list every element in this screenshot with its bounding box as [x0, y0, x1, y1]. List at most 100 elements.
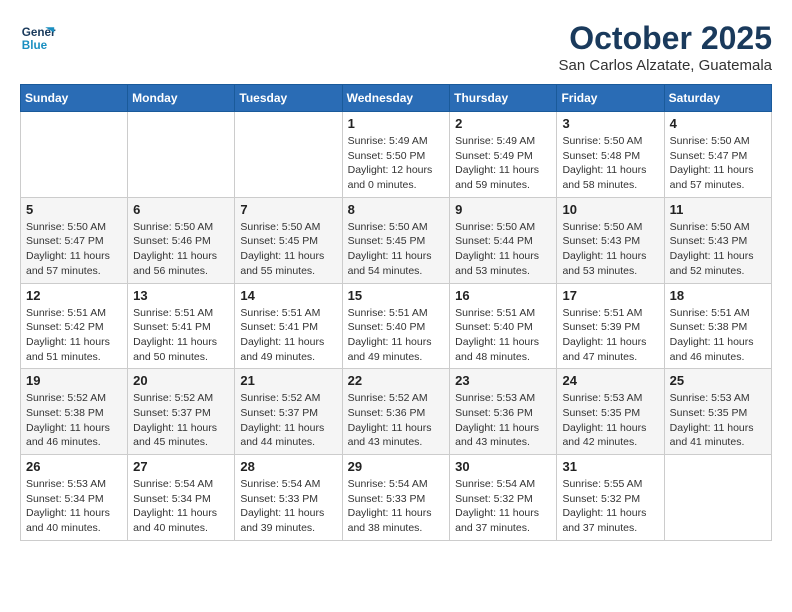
weekday-header-row: SundayMondayTuesdayWednesdayThursdayFrid… — [21, 85, 772, 112]
day-info: Sunrise: 5:54 AM Sunset: 5:33 PM Dayligh… — [240, 477, 336, 536]
weekday-header-monday: Monday — [128, 85, 235, 112]
day-number: 26 — [26, 459, 122, 474]
day-number: 15 — [348, 288, 445, 303]
day-info: Sunrise: 5:51 AM Sunset: 5:41 PM Dayligh… — [240, 306, 336, 365]
calendar-week-5: 26 Sunrise: 5:53 AM Sunset: 5:34 PM Dayli… — [21, 455, 772, 541]
day-info: Sunrise: 5:51 AM Sunset: 5:42 PM Dayligh… — [26, 306, 122, 365]
month-title: October 2025 — [559, 20, 772, 57]
calendar-cell: 12 Sunrise: 5:51 AM Sunset: 5:42 PM Dayli… — [21, 283, 128, 369]
day-info: Sunrise: 5:51 AM Sunset: 5:40 PM Dayligh… — [455, 306, 551, 365]
calendar-cell: 1 Sunrise: 5:49 AM Sunset: 5:50 PM Daylig… — [342, 112, 450, 198]
calendar-cell — [21, 112, 128, 198]
svg-text:Blue: Blue — [22, 39, 48, 52]
calendar-cell: 13 Sunrise: 5:51 AM Sunset: 5:41 PM Dayli… — [128, 283, 235, 369]
day-info: Sunrise: 5:52 AM Sunset: 5:36 PM Dayligh… — [348, 391, 445, 450]
day-number: 23 — [455, 373, 551, 388]
calendar-cell: 6 Sunrise: 5:50 AM Sunset: 5:46 PM Daylig… — [128, 197, 235, 283]
calendar-cell: 27 Sunrise: 5:54 AM Sunset: 5:34 PM Dayli… — [128, 455, 235, 541]
day-number: 28 — [240, 459, 336, 474]
day-number: 9 — [455, 202, 551, 217]
calendar-cell: 19 Sunrise: 5:52 AM Sunset: 5:38 PM Dayli… — [21, 369, 128, 455]
calendar-cell: 29 Sunrise: 5:54 AM Sunset: 5:33 PM Dayli… — [342, 455, 450, 541]
day-number: 3 — [562, 116, 658, 131]
title-block: October 2025 San Carlos Alzatate, Guatem… — [559, 20, 772, 74]
page-header: General Blue October 2025 San Carlos Alz… — [20, 20, 772, 74]
calendar-cell: 9Sunrise: 5:50 AM Sunset: 5:44 PM Daylig… — [450, 197, 557, 283]
day-info: Sunrise: 5:54 AM Sunset: 5:32 PM Dayligh… — [455, 477, 551, 536]
calendar-cell: 16Sunrise: 5:51 AM Sunset: 5:40 PM Dayli… — [450, 283, 557, 369]
day-number: 4 — [670, 116, 766, 131]
weekday-header-thursday: Thursday — [450, 85, 557, 112]
calendar-cell — [664, 455, 771, 541]
calendar-week-2: 5 Sunrise: 5:50 AM Sunset: 5:47 PM Daylig… — [21, 197, 772, 283]
day-info: Sunrise: 5:52 AM Sunset: 5:37 PM Dayligh… — [133, 391, 229, 450]
day-info: Sunrise: 5:53 AM Sunset: 5:35 PM Dayligh… — [562, 391, 658, 450]
calendar-cell — [128, 112, 235, 198]
calendar-week-1: 1 Sunrise: 5:49 AM Sunset: 5:50 PM Daylig… — [21, 112, 772, 198]
day-info: Sunrise: 5:51 AM Sunset: 5:41 PM Dayligh… — [133, 306, 229, 365]
day-info: Sunrise: 5:51 AM Sunset: 5:40 PM Dayligh… — [348, 306, 445, 365]
calendar-week-3: 12 Sunrise: 5:51 AM Sunset: 5:42 PM Dayli… — [21, 283, 772, 369]
calendar-cell: 24 Sunrise: 5:53 AM Sunset: 5:35 PM Dayli… — [557, 369, 664, 455]
weekday-header-wednesday: Wednesday — [342, 85, 450, 112]
day-number: 13 — [133, 288, 229, 303]
day-info: Sunrise: 5:49 AM Sunset: 5:50 PM Dayligh… — [348, 134, 445, 193]
day-number: 21 — [240, 373, 336, 388]
day-info: Sunrise: 5:50 AM Sunset: 5:47 PM Dayligh… — [670, 134, 766, 193]
day-info: Sunrise: 5:49 AM Sunset: 5:49 PM Dayligh… — [455, 134, 551, 193]
day-number: 20 — [133, 373, 229, 388]
day-number: 29 — [348, 459, 445, 474]
day-info: Sunrise: 5:50 AM Sunset: 5:48 PM Dayligh… — [562, 134, 658, 193]
calendar-cell: 14 Sunrise: 5:51 AM Sunset: 5:41 PM Dayli… — [235, 283, 342, 369]
calendar-cell: 15 Sunrise: 5:51 AM Sunset: 5:40 PM Dayli… — [342, 283, 450, 369]
day-info: Sunrise: 5:50 AM Sunset: 5:47 PM Dayligh… — [26, 220, 122, 279]
day-number: 24 — [562, 373, 658, 388]
calendar-week-4: 19 Sunrise: 5:52 AM Sunset: 5:38 PM Dayli… — [21, 369, 772, 455]
logo-icon: General Blue — [20, 20, 56, 56]
day-info: Sunrise: 5:53 AM Sunset: 5:34 PM Dayligh… — [26, 477, 122, 536]
day-number: 2 — [455, 116, 551, 131]
calendar-cell: 26 Sunrise: 5:53 AM Sunset: 5:34 PM Dayli… — [21, 455, 128, 541]
location-subtitle: San Carlos Alzatate, Guatemala — [559, 57, 772, 74]
calendar-cell: 28 Sunrise: 5:54 AM Sunset: 5:33 PM Dayli… — [235, 455, 342, 541]
weekday-header-sunday: Sunday — [21, 85, 128, 112]
day-info: Sunrise: 5:55 AM Sunset: 5:32 PM Dayligh… — [562, 477, 658, 536]
day-number: 7 — [240, 202, 336, 217]
calendar-table: SundayMondayTuesdayWednesdayThursdayFrid… — [20, 84, 772, 541]
calendar-cell: 23 Sunrise: 5:53 AM Sunset: 5:36 PM Dayli… — [450, 369, 557, 455]
calendar-cell: 3 Sunrise: 5:50 AM Sunset: 5:48 PM Daylig… — [557, 112, 664, 198]
day-number: 27 — [133, 459, 229, 474]
day-number: 1 — [348, 116, 445, 131]
day-info: Sunrise: 5:52 AM Sunset: 5:38 PM Dayligh… — [26, 391, 122, 450]
day-number: 30 — [455, 459, 551, 474]
calendar-cell: 18Sunrise: 5:51 AM Sunset: 5:38 PM Dayli… — [664, 283, 771, 369]
day-number: 31 — [562, 459, 658, 474]
logo: General Blue — [20, 20, 56, 56]
calendar-cell: 4 Sunrise: 5:50 AM Sunset: 5:47 PM Daylig… — [664, 112, 771, 198]
calendar-cell: 31 Sunrise: 5:55 AM Sunset: 5:32 PM Dayli… — [557, 455, 664, 541]
day-info: Sunrise: 5:50 AM Sunset: 5:45 PM Dayligh… — [348, 220, 445, 279]
day-info: Sunrise: 5:53 AM Sunset: 5:35 PM Dayligh… — [670, 391, 766, 450]
day-number: 8 — [348, 202, 445, 217]
day-number: 6 — [133, 202, 229, 217]
day-info: Sunrise: 5:54 AM Sunset: 5:33 PM Dayligh… — [348, 477, 445, 536]
day-info: Sunrise: 5:53 AM Sunset: 5:36 PM Dayligh… — [455, 391, 551, 450]
calendar-cell: 5 Sunrise: 5:50 AM Sunset: 5:47 PM Daylig… — [21, 197, 128, 283]
day-info: Sunrise: 5:50 AM Sunset: 5:45 PM Dayligh… — [240, 220, 336, 279]
weekday-header-tuesday: Tuesday — [235, 85, 342, 112]
day-number: 12 — [26, 288, 122, 303]
day-info: Sunrise: 5:54 AM Sunset: 5:34 PM Dayligh… — [133, 477, 229, 536]
day-number: 10 — [562, 202, 658, 217]
calendar-cell: 7 Sunrise: 5:50 AM Sunset: 5:45 PM Daylig… — [235, 197, 342, 283]
calendar-cell: 8 Sunrise: 5:50 AM Sunset: 5:45 PM Daylig… — [342, 197, 450, 283]
calendar-cell: 2 Sunrise: 5:49 AM Sunset: 5:49 PM Daylig… — [450, 112, 557, 198]
day-number: 25 — [670, 373, 766, 388]
day-number: 19 — [26, 373, 122, 388]
day-number: 11 — [670, 202, 766, 217]
day-info: Sunrise: 5:50 AM Sunset: 5:46 PM Dayligh… — [133, 220, 229, 279]
calendar-cell: 21Sunrise: 5:52 AM Sunset: 5:37 PM Dayli… — [235, 369, 342, 455]
day-number: 14 — [240, 288, 336, 303]
day-number: 5 — [26, 202, 122, 217]
calendar-cell: 17Sunrise: 5:51 AM Sunset: 5:39 PM Dayli… — [557, 283, 664, 369]
day-info: Sunrise: 5:50 AM Sunset: 5:43 PM Dayligh… — [670, 220, 766, 279]
